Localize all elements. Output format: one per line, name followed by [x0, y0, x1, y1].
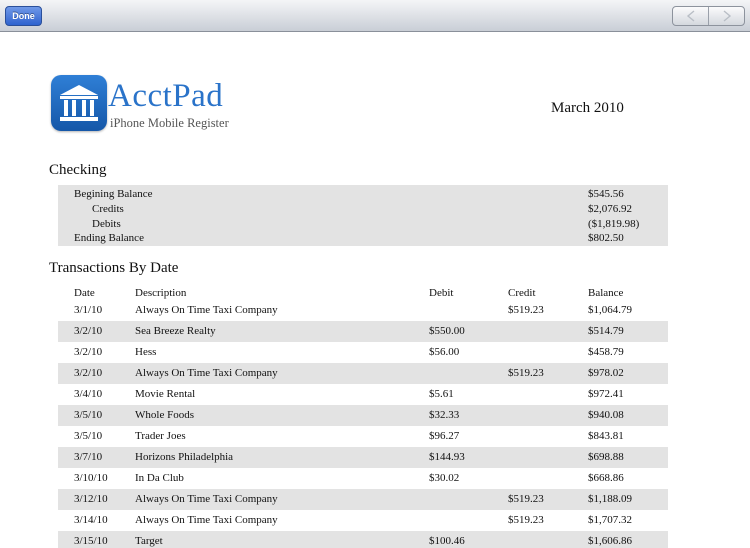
page-nav-segmented-control — [672, 6, 745, 26]
balance-cell: $940.08 — [588, 409, 624, 421]
debit-cell: $5.61 — [429, 388, 454, 400]
balance-cell: $698.88 — [588, 451, 624, 463]
column-header-credit: Credit — [508, 287, 536, 299]
table-row: 3/4/10 Movie Rental $5.61 $972.41 — [58, 384, 668, 405]
credits-value: $2,076.92 — [588, 203, 632, 215]
brand-title: AcctPad — [108, 78, 224, 114]
checking-heading: Checking — [49, 162, 107, 178]
description-cell: Whole Foods — [135, 409, 194, 421]
date-cell: 3/1/10 — [74, 304, 103, 316]
balance-cell: $668.86 — [588, 472, 624, 484]
description-cell: Always On Time Taxi Company — [135, 493, 278, 505]
date-cell: 3/5/10 — [74, 430, 103, 442]
table-row: 3/1/10 Always On Time Taxi Company $519.… — [58, 300, 668, 321]
description-cell: Sea Breeze Realty — [135, 325, 216, 337]
date-cell: 3/15/10 — [74, 535, 108, 547]
credit-cell: $519.23 — [508, 367, 544, 379]
date-cell: 3/7/10 — [74, 451, 103, 463]
debits-label: Debits — [92, 218, 121, 230]
column-header-debit: Debit — [429, 287, 454, 299]
description-cell: Movie Rental — [135, 388, 196, 400]
debits-value: ($1,819.98) — [588, 218, 640, 230]
date-cell: 3/5/10 — [74, 409, 103, 421]
table-row: 3/10/10 In Da Club $30.02 $668.86 — [58, 468, 668, 489]
description-cell: Always On Time Taxi Company — [135, 367, 278, 379]
description-cell: Always On Time Taxi Company — [135, 514, 278, 526]
balance-cell: $972.41 — [588, 388, 624, 400]
bank-building-icon — [60, 85, 98, 121]
debit-cell: $96.27 — [429, 430, 460, 442]
transactions-heading: Transactions By Date — [49, 260, 179, 276]
column-header-balance: Balance — [588, 287, 624, 299]
balance-cell: $1,188.09 — [588, 493, 632, 505]
brand-tagline: iPhone Mobile Register — [110, 116, 229, 130]
beginning-balance-value: $545.56 — [588, 188, 624, 200]
table-row: 3/12/10 Always On Time Taxi Company $519… — [58, 489, 668, 510]
balance-cell: $458.79 — [588, 346, 624, 358]
table-row: 3/7/10 Horizons Philadelphia $144.93 $69… — [58, 447, 668, 468]
date-cell: 3/10/10 — [74, 472, 108, 484]
ending-balance-value: $802.50 — [588, 232, 624, 244]
balance-cell: $514.79 — [588, 325, 624, 337]
credit-cell: $519.23 — [508, 514, 544, 526]
ending-balance-label: Ending Balance — [74, 232, 144, 244]
table-row: 3/14/10 Always On Time Taxi Company $519… — [58, 510, 668, 531]
description-cell: In Da Club — [135, 472, 184, 484]
debit-cell: $32.33 — [429, 409, 460, 421]
chevron-right-icon — [723, 10, 731, 22]
description-cell: Target — [135, 535, 163, 547]
table-row: 3/2/10 Sea Breeze Realty $550.00 $514.79 — [58, 321, 668, 342]
table-row: 3/5/10 Trader Joes $96.27 $843.81 — [58, 426, 668, 447]
description-cell: Horizons Philadelphia — [135, 451, 234, 463]
description-cell: Always On Time Taxi Company — [135, 304, 278, 316]
table-row: 3/15/10 Target $100.46 $1,606.86 — [58, 531, 668, 548]
debit-cell: $144.93 — [429, 451, 465, 463]
debit-cell: $550.00 — [429, 325, 465, 337]
column-header-date: Date — [74, 287, 95, 299]
column-header-description: Description — [135, 287, 187, 299]
date-cell: 3/2/10 — [74, 325, 103, 337]
report-period: March 2010 — [551, 100, 624, 116]
balance-cell: $1,064.79 — [588, 304, 632, 316]
debit-cell: $56.00 — [429, 346, 460, 358]
credit-cell: $519.23 — [508, 304, 544, 316]
done-button[interactable]: Done — [5, 6, 42, 26]
table-row: 3/2/10 Hess $56.00 $458.79 — [58, 342, 668, 363]
balance-cell: $1,606.86 — [588, 535, 632, 547]
beginning-balance-label: Begining Balance — [74, 188, 153, 200]
next-page-button[interactable] — [709, 7, 745, 25]
table-row: 3/2/10 Always On Time Taxi Company $519.… — [58, 363, 668, 384]
date-cell: 3/2/10 — [74, 367, 103, 379]
date-cell: 3/4/10 — [74, 388, 103, 400]
top-toolbar: Done — [0, 0, 750, 32]
date-cell: 3/14/10 — [74, 514, 108, 526]
checking-summary: Begining Balance $545.56 Credits $2,076.… — [58, 185, 668, 246]
date-cell: 3/12/10 — [74, 493, 108, 505]
balance-cell: $843.81 — [588, 430, 624, 442]
debit-cell: $30.02 — [429, 472, 460, 484]
table-row: 3/5/10 Whole Foods $32.33 $940.08 — [58, 405, 668, 426]
debit-cell: $100.46 — [429, 535, 465, 547]
balance-cell: $978.02 — [588, 367, 624, 379]
credit-cell: $519.23 — [508, 493, 544, 505]
app-logo — [51, 75, 107, 131]
balance-cell: $1,707.32 — [588, 514, 632, 526]
date-cell: 3/2/10 — [74, 346, 103, 358]
chevron-left-icon — [686, 10, 695, 22]
previous-page-button[interactable] — [673, 7, 709, 25]
description-cell: Trader Joes — [135, 430, 186, 442]
credits-label: Credits — [92, 203, 124, 215]
description-cell: Hess — [135, 346, 157, 358]
